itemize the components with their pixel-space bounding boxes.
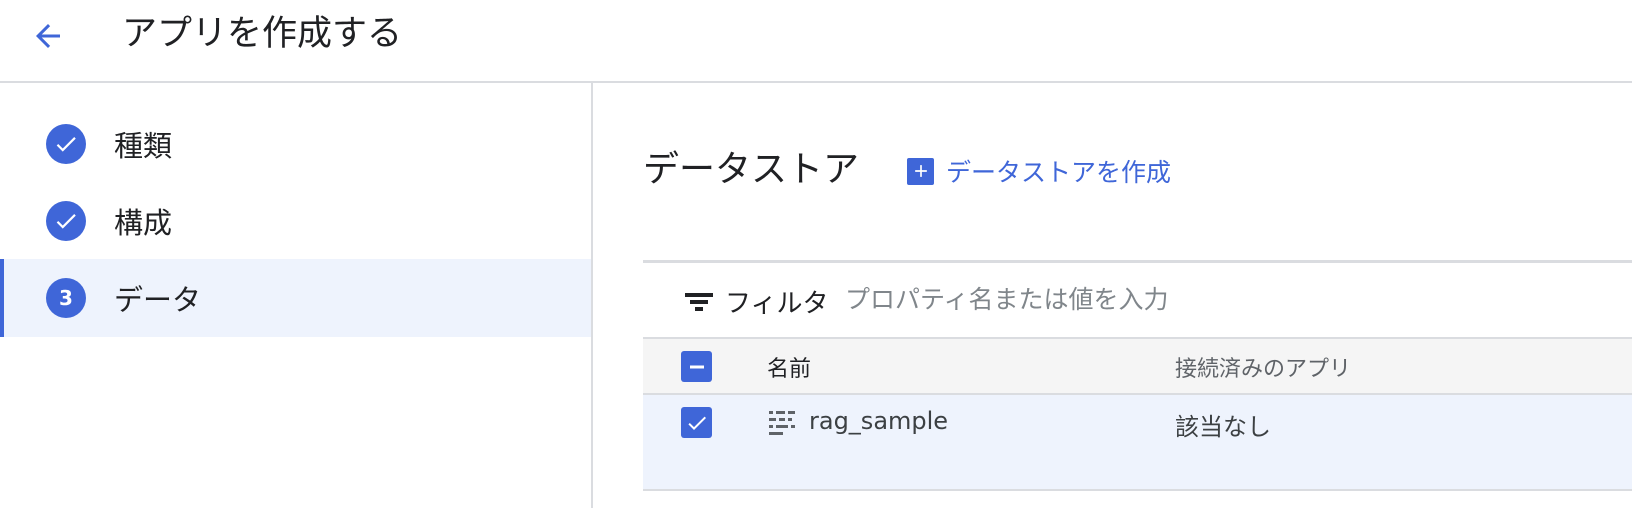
filter-bar: フィルタ [643, 263, 1632, 339]
datastore-name: rag_sample [809, 407, 949, 435]
step-label: 種類 [114, 129, 173, 163]
connected-apps-value: 該当なし [1175, 413, 1271, 441]
main-content: データストア データストアを作成 フィルタ 名前 接続 [593, 83, 1632, 508]
step-label: データ [114, 283, 202, 317]
step-label: 構成 [114, 206, 173, 240]
row-checkbox[interactable] [681, 407, 712, 438]
check-icon [56, 137, 76, 152]
page-title: アプリを作成する [122, 14, 403, 54]
step-type[interactable]: 種類 [0, 105, 591, 183]
create-datastore-button[interactable]: データストアを作成 [907, 153, 1171, 189]
stepper: 種類 構成 3 データ [0, 83, 593, 508]
minus-icon [689, 365, 704, 368]
filter-label: フィルタ [725, 289, 829, 319]
select-all-checkbox[interactable] [681, 351, 712, 382]
step-config[interactable]: 構成 [0, 182, 591, 260]
step-completed-badge [46, 201, 86, 241]
datastore-icon [769, 411, 795, 435]
table-row[interactable]: rag_sample 該当なし [643, 395, 1632, 491]
section-title: データストア [643, 149, 860, 190]
arrow-back-icon [36, 24, 60, 48]
column-header-name[interactable]: 名前 [767, 351, 811, 383]
plus-box-icon [907, 157, 934, 185]
app-header: アプリを作成する [0, 0, 1632, 83]
datastore-table: フィルタ 名前 接続済みのアプリ [643, 260, 1632, 508]
step-completed-badge [46, 124, 86, 164]
step-number-badge: 3 [46, 278, 86, 318]
check-icon [687, 416, 706, 430]
step-data[interactable]: 3 データ [0, 259, 591, 337]
create-datastore-label: データストアを作成 [946, 158, 1172, 187]
filter-icon[interactable] [685, 291, 713, 313]
column-header-connected-apps[interactable]: 接続済みのアプリ [1175, 351, 1351, 383]
table-header: 名前 接続済みのアプリ [643, 339, 1632, 395]
check-icon [56, 214, 76, 229]
filter-input[interactable] [845, 277, 1405, 321]
back-button[interactable] [26, 14, 70, 58]
